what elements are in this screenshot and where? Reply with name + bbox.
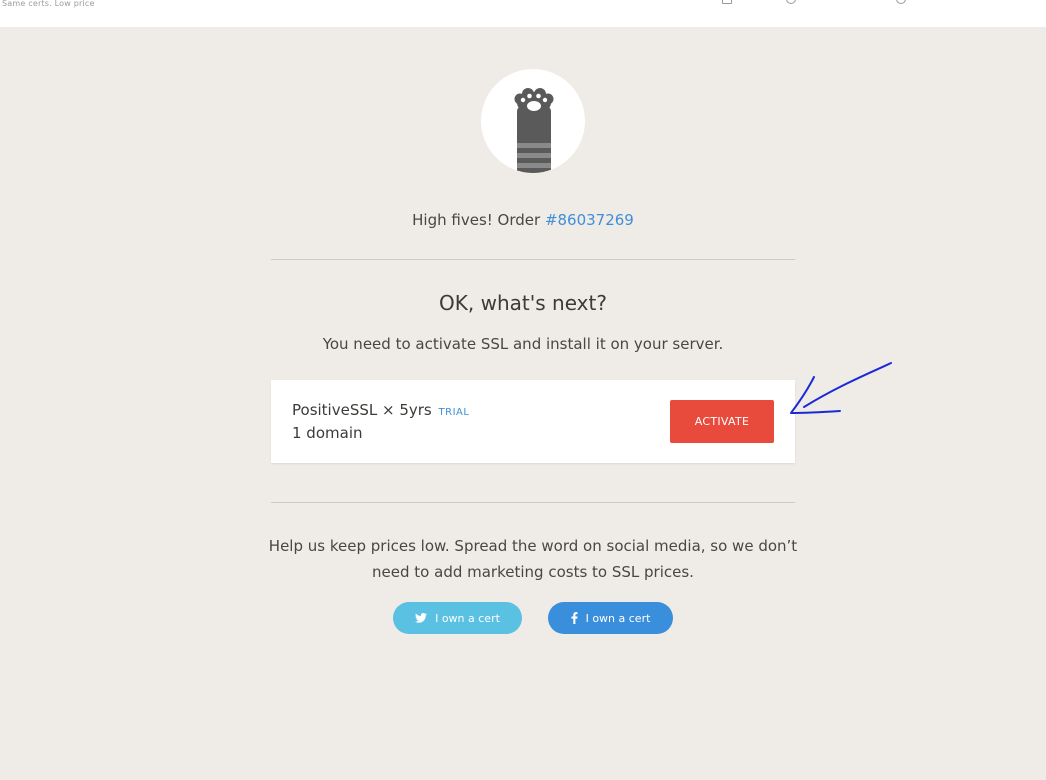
certificate-domain-count: 1 domain (292, 424, 363, 442)
hand-drawn-arrow-annotation (790, 362, 892, 414)
facebook-icon (571, 612, 578, 624)
twitter-share-label: I own a cert (435, 611, 500, 625)
share-message: Help us keep prices low. Spread the word… (268, 537, 798, 581)
certificate-name: PositiveSSL × 5yrs (292, 401, 432, 419)
top-navigation-bar: Same certs. Low price (0, 0, 1046, 27)
divider-bottom (271, 502, 795, 503)
my-ssl-icon[interactable] (786, 0, 796, 4)
user-icon[interactable] (896, 0, 906, 4)
twitter-icon (415, 613, 428, 623)
twitter-share-button[interactable]: I own a cert (393, 602, 522, 634)
order-number-link[interactable]: #86037269 (545, 211, 634, 229)
divider-top (271, 259, 795, 260)
next-steps-title: OK, what's next? (439, 291, 607, 315)
paw-icon (514, 88, 554, 173)
certificate-title: PositiveSSL × 5yrs TRIAL (292, 401, 469, 419)
next-steps-description: You need to activate SSL and install it … (322, 335, 724, 353)
trial-badge: TRIAL (438, 407, 470, 418)
order-confirmation: High fives! Order #86037269 (0, 211, 1046, 229)
order-prefix: High fives! Order (412, 211, 545, 229)
cat-paw-illustration (481, 69, 585, 173)
brand-tagline: Same certs. Low price (2, 0, 95, 8)
activate-button[interactable]: ACTIVATE (670, 400, 774, 443)
cart-icon[interactable] (722, 0, 732, 4)
facebook-share-button[interactable]: I own a cert (548, 602, 673, 634)
certificate-card: PositiveSSL × 5yrs TRIAL 1 domain ACTIVA… (271, 380, 795, 463)
facebook-share-label: I own a cert (585, 611, 651, 625)
